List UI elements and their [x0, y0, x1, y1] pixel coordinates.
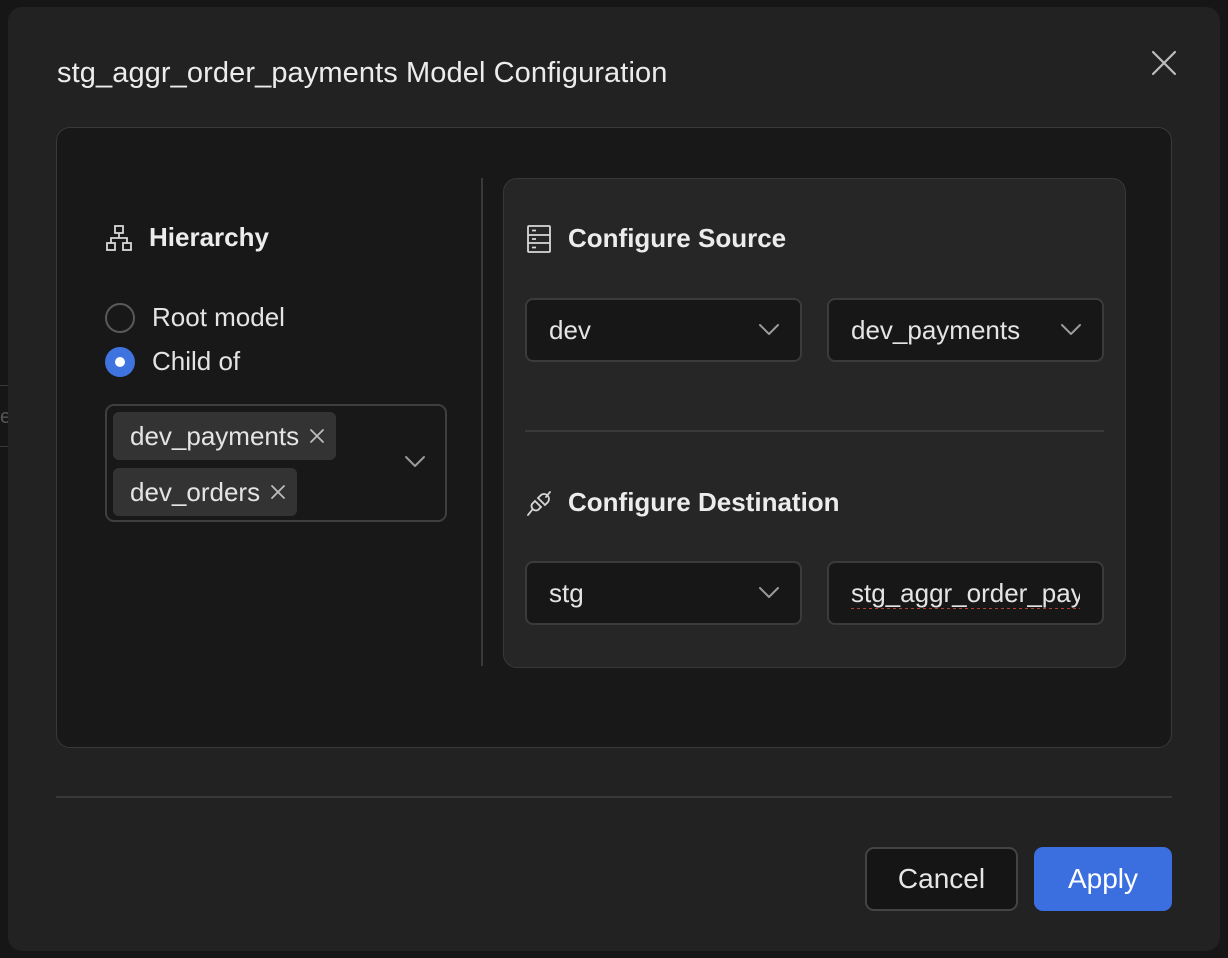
close-icon [1151, 50, 1177, 76]
configure-destination-label: Configure Destination [568, 487, 840, 517]
close-button[interactable] [1148, 47, 1180, 79]
dialog-title: stg_aggr_order_payments Model Configurat… [57, 57, 668, 89]
plug-icon [527, 490, 551, 516]
destination-schema-select[interactable]: stg [525, 561, 802, 625]
chevron-down-icon [759, 587, 779, 598]
chevron-down-icon [759, 324, 779, 335]
chip-label: dev_orders [130, 476, 261, 507]
configure-destination-heading: Configure Destination [526, 487, 840, 518]
chip-remove-button[interactable] [307, 426, 327, 446]
radio-label: Root model [152, 302, 285, 332]
select-value: dev_payments [851, 314, 1021, 345]
parent-models-multiselect[interactable]: dev_payments dev_orders [105, 404, 447, 522]
section-divider [525, 430, 1104, 432]
radio-button[interactable] [105, 302, 135, 333]
chip-label: dev_payments [130, 420, 300, 451]
radio-label: Child of [152, 346, 241, 376]
source-model-select[interactable]: dev_payments [827, 298, 1104, 362]
chip-remove-button[interactable] [268, 482, 288, 502]
source-schema-select[interactable]: dev [525, 298, 802, 362]
model-configuration-dialog: stg_aggr_order_payments Model Configurat… [8, 7, 1220, 951]
radio-root-model[interactable]: Root model [105, 302, 285, 333]
chevron-down-icon [405, 456, 425, 467]
sitemap-icon [106, 224, 132, 251]
configure-source-label: Configure Source [568, 223, 787, 253]
radio-button-selected[interactable] [105, 346, 135, 377]
parent-chip: dev_payments [113, 412, 337, 460]
column-divider [481, 178, 483, 666]
destination-model-name-input[interactable] [827, 561, 1104, 625]
cancel-button[interactable]: Cancel [865, 847, 1018, 911]
radio-child-of[interactable]: Child of [105, 346, 240, 377]
select-value: dev [549, 314, 591, 345]
close-icon [310, 429, 325, 443]
server-icon [527, 224, 551, 253]
hierarchy-heading: Hierarchy [105, 222, 269, 253]
select-value: stg [549, 577, 584, 608]
chevron-down-icon [1061, 324, 1081, 335]
configure-source-heading: Configure Source [526, 223, 786, 254]
close-icon [271, 485, 285, 499]
footer-divider [56, 796, 1172, 798]
hierarchy-label: Hierarchy [149, 222, 269, 252]
source-destination-card: Configure Source dev dev_payments Config… [503, 178, 1126, 668]
configuration-panel: Hierarchy Root model Child of dev_paymen… [56, 127, 1172, 748]
parent-chip: dev_orders [113, 468, 298, 516]
apply-button[interactable]: Apply [1034, 847, 1172, 911]
